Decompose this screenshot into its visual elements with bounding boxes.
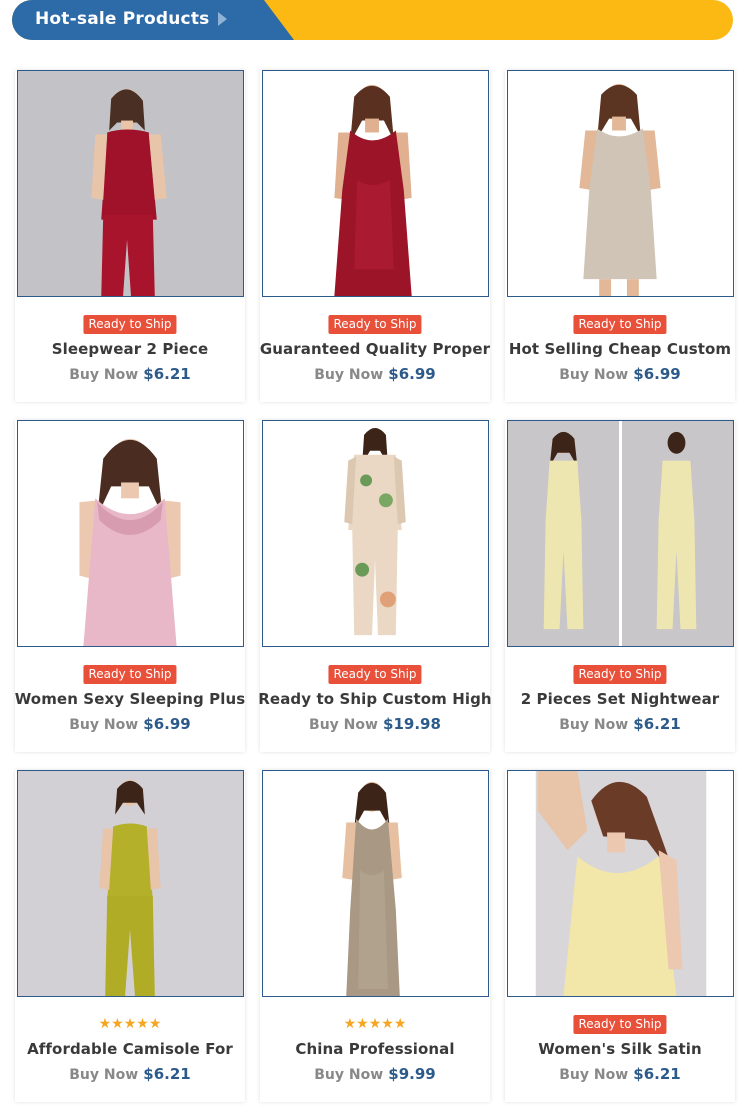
buy-now-link[interactable]: Buy Now: [309, 717, 378, 733]
product-title[interactable]: Women Sexy Sleeping Plus: [9, 690, 251, 708]
product-price: $6.21: [633, 1065, 681, 1083]
product-title[interactable]: Ready to Ship Custom High: [254, 690, 496, 708]
product-image[interactable]: [17, 420, 244, 647]
product-card[interactable]: ★★★★★ Affordable Camisole For Buy Now $6…: [15, 770, 245, 1102]
product-title[interactable]: Sleepwear 2 Piece: [9, 340, 251, 358]
price-line: Buy Now $6.99: [260, 364, 490, 383]
price-line: Buy Now $19.98: [260, 714, 490, 733]
product-card[interactable]: Ready to Ship Ready to Ship Custom High …: [258, 420, 492, 752]
product-image[interactable]: [507, 70, 734, 297]
product-title[interactable]: China Professional: [254, 1040, 496, 1058]
arrow-right-icon: [218, 12, 227, 26]
ready-to-ship-badge: Ready to Ship: [573, 315, 667, 334]
ready-to-ship-badge: Ready to Ship: [328, 665, 422, 684]
product-price: $6.99: [388, 365, 436, 383]
rating-stars: ★★★★★: [343, 1016, 407, 1032]
product-title[interactable]: Women's Silk Satin: [499, 1040, 741, 1058]
product-image[interactable]: [262, 420, 489, 647]
product-image[interactable]: [17, 70, 244, 297]
product-image[interactable]: [507, 420, 734, 647]
buy-now-link[interactable]: Buy Now: [559, 1067, 628, 1083]
product-title[interactable]: Guaranteed Quality Proper: [254, 340, 496, 358]
product-price: $6.21: [143, 1065, 191, 1083]
product-price: $6.21: [633, 715, 681, 733]
rating-stars: ★★★★★: [98, 1016, 162, 1032]
product-price: $19.98: [383, 715, 441, 733]
price-line: Buy Now $6.21: [505, 714, 735, 733]
price-line: Buy Now $6.21: [15, 364, 245, 383]
price-line: Buy Now $6.99: [15, 714, 245, 733]
product-card[interactable]: ★★★★★ China Professional Buy Now $9.99: [260, 770, 490, 1102]
buy-now-link[interactable]: Buy Now: [314, 367, 383, 383]
price-line: Buy Now $6.99: [505, 364, 735, 383]
product-card[interactable]: Ready to Ship Sleepwear 2 Piece Buy Now …: [15, 70, 245, 402]
product-card[interactable]: Ready to Ship Guaranteed Quality Proper …: [260, 70, 490, 402]
product-image[interactable]: [262, 770, 489, 997]
product-image[interactable]: [17, 770, 244, 997]
buy-now-link[interactable]: Buy Now: [69, 367, 138, 383]
product-title[interactable]: Affordable Camisole For: [9, 1040, 251, 1058]
buy-now-link[interactable]: Buy Now: [559, 367, 628, 383]
ready-to-ship-badge: Ready to Ship: [83, 315, 177, 334]
product-image[interactable]: [507, 770, 734, 997]
ready-to-ship-badge: Ready to Ship: [83, 665, 177, 684]
product-card[interactable]: Ready to Ship Women's Silk Satin Buy Now…: [505, 770, 735, 1102]
product-card[interactable]: Ready to Ship 2 Pieces Set Nightwear Buy…: [505, 420, 735, 752]
price-line: Buy Now $9.99: [260, 1064, 490, 1083]
price-line: Buy Now $6.21: [15, 1064, 245, 1083]
price-line: Buy Now $6.21: [505, 1064, 735, 1083]
buy-now-link[interactable]: Buy Now: [69, 717, 138, 733]
product-title[interactable]: Hot Selling Cheap Custom: [499, 340, 741, 358]
section-header-banner: Hot-sale Products: [12, 0, 733, 40]
section-title: Hot-sale Products: [35, 9, 210, 29]
product-price: $9.99: [388, 1065, 436, 1083]
product-title[interactable]: 2 Pieces Set Nightwear: [499, 690, 741, 708]
ready-to-ship-badge: Ready to Ship: [573, 665, 667, 684]
product-price: $6.21: [143, 365, 191, 383]
product-image[interactable]: [262, 70, 489, 297]
buy-now-link[interactable]: Buy Now: [314, 1067, 383, 1083]
buy-now-link[interactable]: Buy Now: [69, 1067, 138, 1083]
product-price: $6.99: [143, 715, 191, 733]
product-price: $6.99: [633, 365, 681, 383]
ready-to-ship-badge: Ready to Ship: [573, 1015, 667, 1034]
product-card[interactable]: Ready to Ship Hot Selling Cheap Custom B…: [505, 70, 735, 402]
ready-to-ship-badge: Ready to Ship: [328, 315, 422, 334]
buy-now-link[interactable]: Buy Now: [559, 717, 628, 733]
product-card[interactable]: Ready to Ship Women Sexy Sleeping Plus B…: [15, 420, 245, 752]
